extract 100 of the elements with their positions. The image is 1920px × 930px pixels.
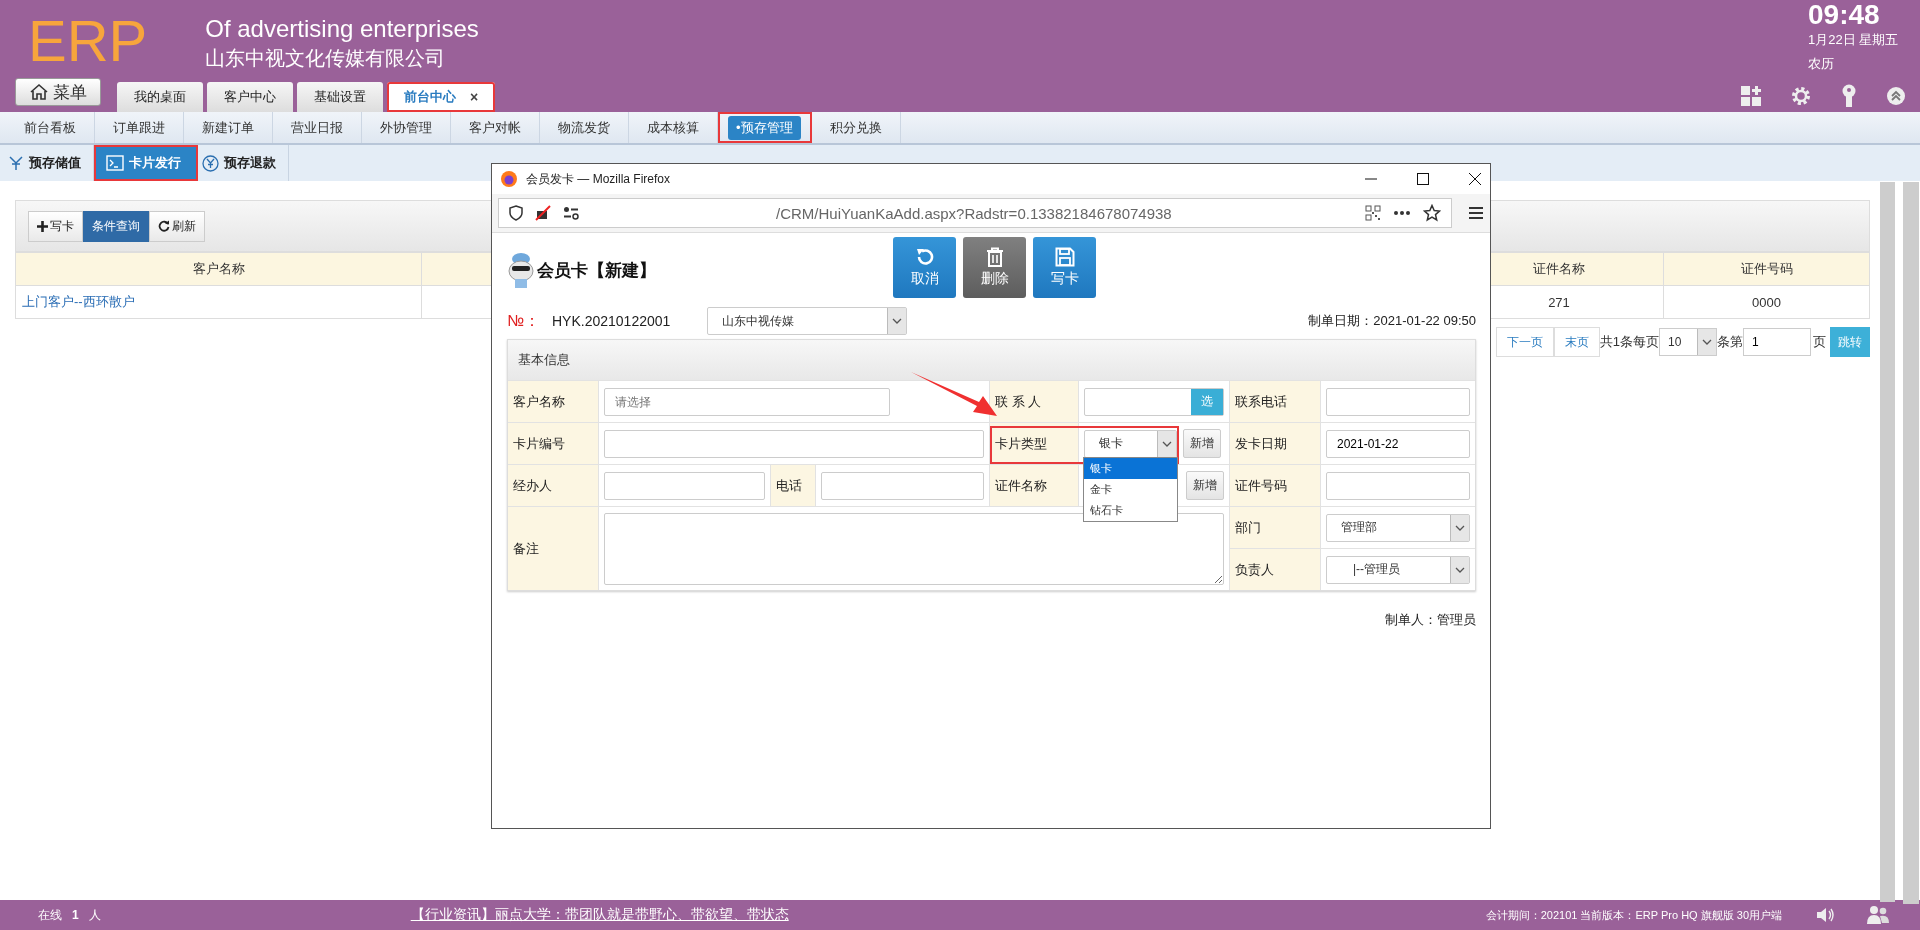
page-size-select[interactable]: 10 — [1659, 328, 1717, 356]
nav-item[interactable]: 订单跟进 — [95, 112, 184, 143]
dropdown-option[interactable]: 银卡 — [1084, 458, 1177, 479]
field-label: 卡片类型 — [995, 434, 1047, 453]
next-page-button[interactable]: 下一页 — [1495, 327, 1554, 357]
permissions-icon — [563, 206, 579, 220]
menu-icon[interactable] — [1468, 206, 1484, 220]
tab[interactable]: 我的桌面 — [117, 82, 203, 112]
clock-date: 1月22日 星期五 — [1808, 32, 1900, 48]
muted-permission-icon — [535, 205, 551, 221]
last-page-button[interactable]: 末页 — [1553, 327, 1600, 357]
plus-icon — [37, 220, 48, 232]
owner-select[interactable]: |--管理员 — [1326, 555, 1470, 584]
mascot-icon — [507, 251, 535, 289]
field-label: 卡片编号 — [513, 434, 565, 453]
input-field[interactable] — [1326, 471, 1470, 500]
field-label: 证件名称 — [995, 476, 1047, 495]
pager-text: 共1条每页 — [1599, 333, 1659, 351]
clock-time: 09:48 — [1808, 0, 1881, 30]
online-count: 1 — [72, 908, 79, 922]
document-number: HYK.20210122001 — [552, 313, 672, 329]
action-button[interactable]: 取消 — [893, 237, 956, 298]
field-label: 电话 — [776, 476, 802, 495]
tab[interactable]: 前台中心 × — [387, 82, 496, 112]
date-field[interactable]: 2021-01-22 — [1326, 429, 1470, 458]
scrollbar[interactable] — [1903, 182, 1919, 904]
card-type-select[interactable]: 银卡 — [1084, 429, 1177, 458]
customer-field[interactable]: 请选择 — [604, 387, 890, 416]
caret-icon — [1702, 339, 1712, 345]
slogan: Of advertising enterprises — [205, 14, 479, 44]
collapse-icon[interactable] — [1886, 86, 1906, 106]
field-label: 联 系 人 — [995, 392, 1042, 411]
menu-button[interactable]: 菜单 — [15, 78, 101, 106]
speaker-icon[interactable] — [1816, 907, 1836, 923]
input-field[interactable] — [604, 471, 765, 500]
caret-icon — [1455, 524, 1465, 531]
url-text: /CRM/HuiYuanKaAdd.aspx?Radstr=0.13382184678074938 — [775, 204, 1173, 222]
number-label: №： — [507, 310, 542, 331]
news-link[interactable]: 【行业资讯】丽点大学：带团队就是带野心、带欲望、带状态 — [410, 906, 789, 924]
nav-item[interactable]: 成本核算 — [629, 112, 718, 143]
nav-item[interactable]: 新建订单 — [184, 112, 273, 143]
yen-icon — [8, 155, 24, 171]
dropdown-option[interactable]: 钻石卡 — [1084, 500, 1177, 521]
refresh-icon — [158, 220, 170, 232]
field-label: 联系电话 — [1235, 392, 1287, 411]
nav-item[interactable]: 客户对帐 — [451, 112, 540, 143]
close-icon[interactable] — [1468, 172, 1482, 186]
maximize-icon[interactable] — [1416, 172, 1430, 186]
section-title: 基本信息 — [518, 351, 570, 369]
input-field[interactable] — [1326, 387, 1470, 416]
field-label: 负责人 — [1235, 560, 1274, 579]
tab[interactable]: 基础设置 — [297, 82, 383, 112]
company-select[interactable]: 山东中视传媒 — [707, 307, 907, 335]
department-select[interactable]: 管理部 — [1326, 513, 1470, 542]
page-input[interactable]: 1 — [1743, 328, 1811, 356]
logo-text: ERP — [28, 10, 148, 75]
form-heading: 会员卡【新建】 — [537, 259, 656, 282]
nav-item[interactable]: 营业日报 — [273, 112, 362, 143]
yen-icon — [202, 154, 219, 172]
settings-icon[interactable] — [1790, 85, 1812, 107]
address-bar[interactable]: /CRM/HuiYuanKaAdd.aspx?Radstr=0.13382184678074938 — [498, 198, 1452, 228]
online-unit: 人 — [88, 906, 101, 924]
star-icon[interactable] — [1423, 204, 1441, 222]
sub-tab[interactable]: 卡片发行 — [94, 145, 198, 181]
caret-icon — [1162, 440, 1172, 447]
lunar-label: 农历 — [1808, 56, 1835, 72]
customer-link[interactable]: 上门客户--西环散户 — [15, 285, 422, 319]
sub-tab[interactable]: 预存退款 — [198, 145, 289, 181]
dropdown-option[interactable]: 金卡 — [1084, 479, 1177, 500]
creator-label: 制单人：管理员 — [1385, 611, 1476, 629]
toolbar-button[interactable]: 条件查询 — [83, 210, 149, 242]
nav-item[interactable]: 外协管理 — [362, 112, 451, 143]
field-label: 部门 — [1235, 518, 1261, 537]
field-label: 客户名称 — [513, 392, 565, 411]
toolbar-button[interactable]: 写卡 — [28, 210, 83, 242]
terminal-icon — [106, 155, 124, 171]
users-icon[interactable] — [1866, 905, 1890, 925]
add-button[interactable]: 新增 — [1186, 471, 1224, 500]
pager-text: 条第 — [1717, 333, 1743, 351]
qr-code-icon[interactable] — [1365, 205, 1381, 221]
more-icon[interactable] — [1393, 210, 1411, 216]
browser-icon — [500, 170, 518, 188]
input-field[interactable] — [821, 471, 984, 500]
input-field[interactable] — [604, 429, 984, 458]
action-button[interactable]: 删除 — [963, 237, 1026, 298]
close-icon[interactable]: × — [470, 89, 479, 105]
window-title: 会员发卡 — Mozilla Firefox — [526, 170, 671, 188]
toolbar-button[interactable]: 刷新 — [149, 210, 205, 242]
action-button[interactable]: 写卡 — [1033, 237, 1096, 298]
add-button[interactable]: 新增 — [1183, 429, 1221, 458]
key-icon[interactable] — [1840, 84, 1858, 108]
nav-item[interactable]: 物流发货 — [540, 112, 629, 143]
add-widget-icon[interactable] — [1740, 85, 1762, 107]
shield-icon — [509, 205, 523, 221]
home-icon — [29, 83, 49, 101]
nav-item[interactable]: 前台看板 — [6, 112, 95, 143]
column-header: 客户名称 — [15, 252, 422, 286]
scrollbar[interactable] — [1880, 182, 1895, 902]
nav-item[interactable]: 积分兑换 — [811, 112, 901, 143]
tab[interactable]: 客户中心 — [207, 82, 293, 112]
